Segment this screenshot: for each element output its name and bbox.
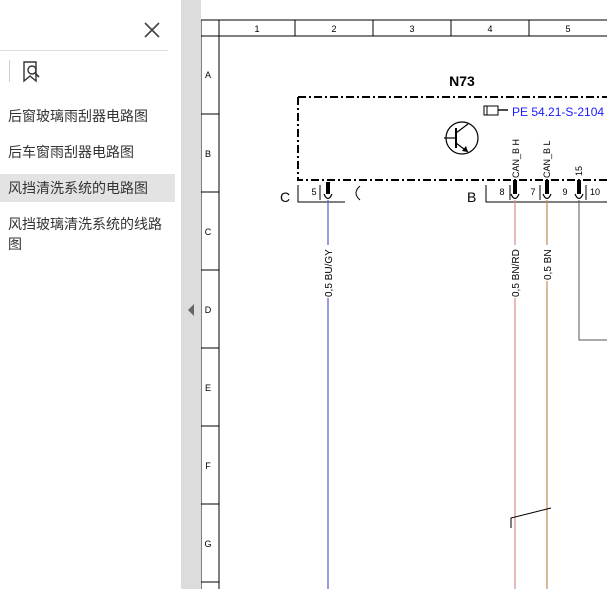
connector-c [297, 185, 345, 203]
row-label: D [205, 305, 212, 315]
bookmarks-panel: 后窗玻璃雨刮器电路图 后车窗雨刮器电路图 风挡清洗系统的电路图 风挡玻璃清洗系统… [0, 0, 181, 589]
bookmark-search-icon[interactable] [20, 60, 44, 84]
toolbar-divider [9, 60, 10, 82]
bookmark-item[interactable]: 后车窗雨刮器电路图 [0, 138, 175, 166]
bookmark-list: 后窗玻璃雨刮器电路图 后车窗雨刮器电路图 风挡清洗系统的电路图 风挡玻璃清洗系统… [0, 102, 175, 266]
wire-pin15 [578, 200, 607, 341]
column-label: 5 [565, 24, 570, 34]
twisted-pair-marker [510, 507, 552, 528]
row-label: G [204, 539, 211, 549]
close-icon[interactable] [140, 18, 164, 42]
row-label: C [205, 227, 212, 237]
bookmark-item[interactable]: 风挡玻璃清洗系统的线路图 [0, 210, 175, 258]
component-label: N73 [449, 73, 475, 89]
divider [0, 50, 168, 51]
row-label: B [205, 149, 211, 159]
wire-label: 0,5 BN/RD [511, 249, 522, 297]
row-label: A [205, 70, 211, 80]
signal-label: 15 [574, 166, 584, 176]
wiring-diagram: 1 2 3 4 5 A B C D E F G N73 PE 54.21-S-2… [201, 19, 607, 589]
row-label: E [205, 383, 211, 393]
wire-label: 0,5 BU/GY [324, 249, 335, 297]
panel-splitter[interactable] [181, 0, 201, 589]
pointing-hand-icon [483, 105, 508, 116]
collapse-arrow-icon[interactable] [187, 303, 195, 317]
document-viewer: 1 2 3 4 5 A B C D E F G N73 PE 54.21-S-2… [201, 0, 607, 589]
signal-label: CAN_B L [542, 140, 552, 178]
wire-label: 0,5 BN [543, 249, 554, 280]
pin-number: 7 [530, 187, 535, 197]
signal-label: CAN_B H [511, 139, 521, 178]
column-label: 2 [331, 24, 336, 34]
transistor-icon [444, 121, 479, 155]
column-label: 4 [487, 24, 492, 34]
row-label: F [205, 461, 211, 471]
pin-number: 10 [590, 187, 600, 197]
pin-number: 8 [499, 187, 504, 197]
bookmark-item[interactable]: 后窗玻璃雨刮器电路图 [0, 102, 175, 130]
column-label: 1 [254, 24, 259, 34]
pin-number: 5 [311, 187, 316, 197]
column-label: 3 [409, 24, 414, 34]
connector-b-label: B [467, 189, 476, 205]
pin-number: 9 [562, 187, 567, 197]
reference-link[interactable]: PE 54.21-S-2104 [512, 105, 604, 119]
bookmark-item-selected[interactable]: 风挡清洗系统的电路图 [0, 174, 175, 202]
connector-c-label: C [280, 189, 290, 205]
